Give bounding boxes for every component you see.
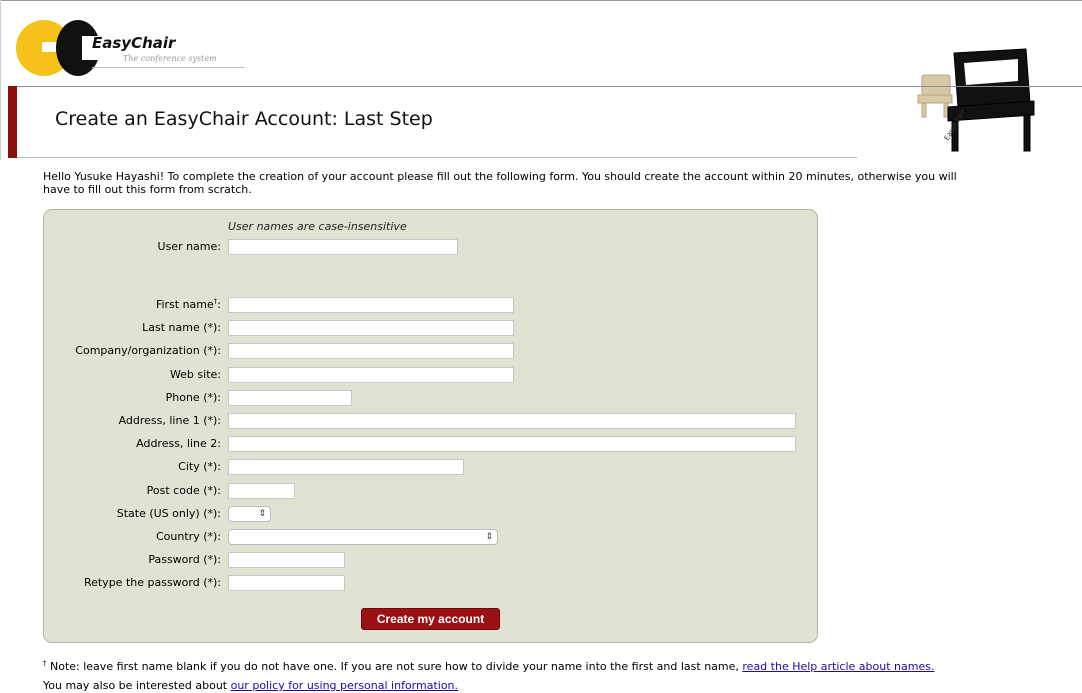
- title-rule-top: [17, 86, 1082, 87]
- policy-footnote: You may also be interested about our pol…: [43, 679, 459, 692]
- logo-name: EasyChair: [92, 34, 176, 52]
- page-title: Create an EasyChair Account: Last Step: [55, 108, 433, 130]
- postcode-input[interactable]: [228, 483, 295, 499]
- first-name-label: First name†:: [155, 297, 221, 311]
- company-label: Company/organization (*):: [75, 344, 221, 357]
- website-label: Web site:: [169, 368, 221, 381]
- country-select[interactable]: ⇕: [228, 529, 498, 545]
- privacy-policy-link[interactable]: our policy for using personal informatio…: [231, 679, 458, 692]
- logo-tagline: The conference system: [123, 54, 217, 63]
- first-name-input[interactable]: [228, 297, 514, 313]
- company-input[interactable]: [228, 343, 514, 359]
- updown-chevron-icon: ⇕: [258, 509, 266, 519]
- address1-input[interactable]: [228, 413, 796, 429]
- retype-password-input[interactable]: [228, 575, 345, 591]
- state-label: State (US only) (*):: [116, 507, 221, 520]
- last-name-label: Last name (*):: [142, 321, 221, 334]
- last-name-input[interactable]: [228, 320, 514, 336]
- address2-input[interactable]: [228, 436, 796, 452]
- username-input[interactable]: [228, 239, 458, 255]
- password-input[interactable]: [228, 552, 345, 568]
- left-border: [0, 0, 1, 160]
- chair-illustration: EasyChair: [917, 48, 1035, 152]
- logo-underline: [92, 67, 244, 68]
- postcode-label: Post code (*):: [146, 484, 221, 497]
- updown-chevron-icon: ⇕: [485, 532, 493, 542]
- top-border: [0, 0, 1082, 1]
- title-accent-bar: [8, 86, 17, 158]
- create-account-button[interactable]: Create my account: [361, 608, 500, 630]
- username-hint: User names are case-insensitive: [228, 220, 407, 233]
- username-label: User name:: [157, 240, 221, 253]
- address2-label: Address, line 2:: [136, 437, 221, 450]
- retype-password-label: Retype the password (*):: [83, 576, 221, 589]
- title-rule-bottom: [17, 157, 857, 158]
- phone-label: Phone (*):: [165, 391, 221, 404]
- help-names-link[interactable]: read the Help article about names.: [742, 660, 934, 673]
- names-footnote: † Note: leave first name blank if you do…: [43, 659, 935, 673]
- city-input[interactable]: [228, 459, 464, 475]
- password-label: Password (*):: [148, 553, 221, 566]
- phone-input[interactable]: [228, 390, 352, 406]
- country-label: Country (*):: [156, 530, 221, 543]
- easychair-logo[interactable]: EasyChair The conference system: [16, 20, 244, 76]
- state-select[interactable]: ⇕: [228, 506, 271, 522]
- city-label: City (*):: [178, 460, 221, 473]
- address1-label: Address, line 1 (*):: [118, 414, 221, 427]
- intro-text: Hello Yusuke Hayashi! To complete the cr…: [43, 170, 957, 196]
- website-input[interactable]: [228, 367, 514, 383]
